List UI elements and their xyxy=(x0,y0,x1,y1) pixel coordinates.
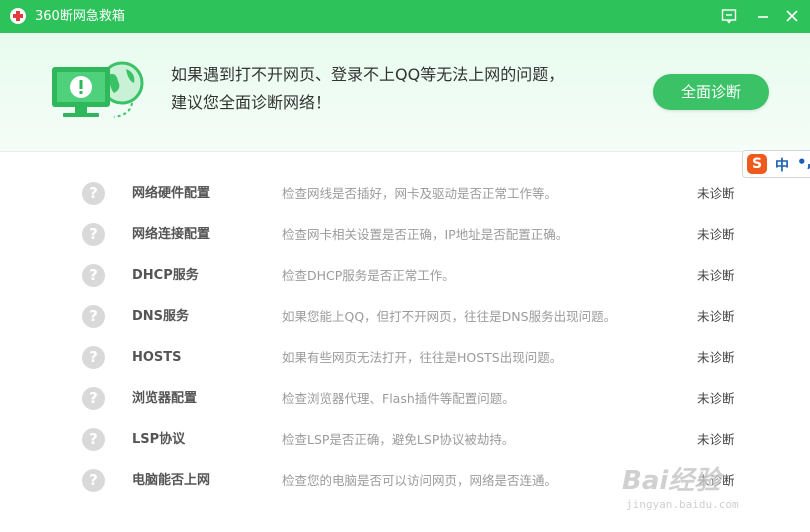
item-name: DHCP服务 xyxy=(132,268,199,283)
item-status: 未诊断 xyxy=(697,309,735,324)
item-status: 未诊断 xyxy=(697,432,735,447)
list-item: ? 网络连接配置 检查网卡相关设置是否正确，IP地址是否配置正确。 未诊断 xyxy=(0,214,810,255)
watermark-url: jingyan.baidu.com xyxy=(626,498,739,511)
list-item: ? 浏览器配置 检查浏览器代理、Flash插件等配置问题。 未诊断 xyxy=(0,378,810,419)
list-item: ? 网络硬件配置 检查网线是否插好，网卡及驱动是否正常工作等。 未诊断 xyxy=(0,173,810,214)
item-name: 浏览器配置 xyxy=(132,391,198,406)
close-icon xyxy=(786,10,798,22)
computer-globe-alert-icon xyxy=(52,61,144,118)
question-icon: ? xyxy=(82,387,105,410)
app-logo-icon xyxy=(10,8,26,24)
item-description: 检查LSP是否正确，避免LSP协议被劫持。 xyxy=(282,432,515,447)
item-description: 检查您的电脑是否可以访问网页，网络是否连通。 xyxy=(282,473,558,488)
item-name: LSP协议 xyxy=(132,432,186,447)
list-item: ? LSP协议 检查LSP是否正确，避免LSP协议被劫持。 未诊断 xyxy=(0,419,810,460)
minimize-button[interactable] xyxy=(749,3,777,30)
question-icon: ? xyxy=(82,182,105,205)
question-icon: ? xyxy=(82,428,105,451)
ime-language-toggle[interactable]: 中 xyxy=(775,155,789,175)
message-line-2: 建议您全面诊断网络！ xyxy=(171,93,332,112)
question-icon: ? xyxy=(82,264,105,287)
list-item: ? DHCP服务 检查DHCP服务是否正常工作。 未诊断 xyxy=(0,255,810,296)
item-name: HOSTS xyxy=(132,350,182,365)
item-name: 网络连接配置 xyxy=(132,227,211,242)
full-diagnosis-button[interactable]: 全面诊断 xyxy=(653,74,769,110)
item-name: 网络硬件配置 xyxy=(132,186,211,201)
minimize-icon xyxy=(758,16,768,18)
close-button[interactable] xyxy=(778,3,806,30)
ime-punctuation-toggle[interactable]: •, xyxy=(797,153,810,171)
question-icon: ? xyxy=(82,346,105,369)
question-icon: ? xyxy=(82,469,105,492)
diagnosis-message: 如果遇到打不开网页、登录不上QQ等无法上网的问题， 建议您全面诊断网络！ xyxy=(171,61,564,117)
item-status: 未诊断 xyxy=(697,186,735,201)
watermark-brand: Bai经验 xyxy=(622,466,721,496)
item-description: 检查DHCP服务是否正常工作。 xyxy=(282,268,455,283)
diagnosis-banner: 如果遇到打不开网页、登录不上QQ等无法上网的问题， 建议您全面诊断网络！ 全面诊… xyxy=(0,33,810,152)
item-description: 如果您能上QQ，但打不开网页，往往是DNS服务出现问题。 xyxy=(282,309,617,324)
list-item: ? DNS服务 如果您能上QQ，但打不开网页，往往是DNS服务出现问题。 未诊断 xyxy=(0,296,810,337)
window-title: 360断网急救箱 xyxy=(35,9,125,24)
item-description: 检查网线是否插好，网卡及驱动是否正常工作等。 xyxy=(282,186,558,201)
item-name: 电脑能否上网 xyxy=(132,473,211,488)
item-status: 未诊断 xyxy=(697,350,735,365)
item-status: 未诊断 xyxy=(697,268,735,283)
baidu-jingyan-watermark: Bai经验 jingyan.baidu.com xyxy=(620,460,805,520)
feedback-button[interactable] xyxy=(715,3,743,30)
item-description: 检查浏览器代理、Flash插件等配置问题。 xyxy=(282,391,515,406)
item-status: 未诊断 xyxy=(697,391,735,406)
question-icon: ? xyxy=(82,223,105,246)
feedback-icon xyxy=(721,9,737,24)
title-bar: 360断网急救箱 xyxy=(0,0,810,33)
list-item: ? HOSTS 如果有些网页无法打开，往往是HOSTS出现问题。 未诊断 xyxy=(0,337,810,378)
question-icon: ? xyxy=(82,305,105,328)
message-line-1: 如果遇到打不开网页、登录不上QQ等无法上网的问题， xyxy=(171,65,565,84)
sogou-logo-icon: S xyxy=(747,154,767,174)
item-description: 如果有些网页无法打开，往往是HOSTS出现问题。 xyxy=(282,350,563,365)
item-name: DNS服务 xyxy=(132,309,190,324)
item-status: 未诊断 xyxy=(697,227,735,242)
item-description: 检查网卡相关设置是否正确，IP地址是否配置正确。 xyxy=(282,227,569,242)
